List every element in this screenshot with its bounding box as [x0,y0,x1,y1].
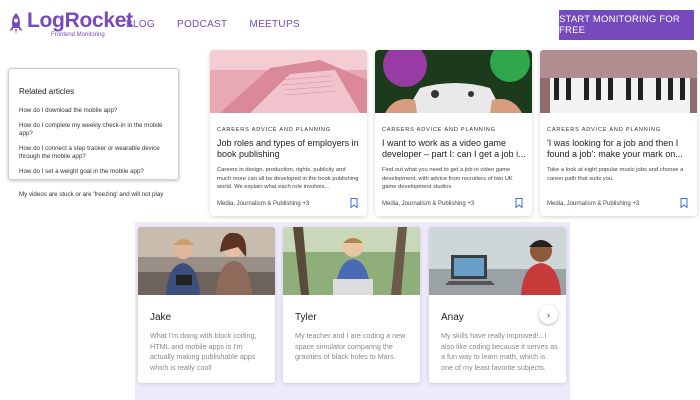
article-title[interactable]: Job roles and types of employers in book… [217,138,361,160]
related-article-link[interactable]: How do I set a weight goal in the mobile… [19,168,175,177]
testimonial-photo [138,227,275,295]
article-description: Careers in design, production, rights, p… [217,167,359,191]
related-article-link[interactable]: How do I connect a step tracker or weara… [19,145,175,162]
article-thumbnail [540,50,697,113]
article-title[interactable]: 'I was looking for a job and then I foun… [547,138,691,160]
testimonial-quote: What I'm doing with block coding, HTML a… [150,331,257,372]
article-description: Find out what you need to get a job in v… [382,167,513,191]
article-card[interactable]: CAREERS ADVICE AND PLANNING Job roles an… [210,50,367,216]
testimonial-card[interactable]: Tyler My teacher and I are coding a new … [283,227,420,383]
testimonial-card[interactable]: Jake What I'm doing with block coding, H… [138,227,275,383]
article-category: CAREERS ADVICE AND PLANNING [382,127,496,133]
bookmark-icon[interactable] [680,198,688,208]
testimonial-photo [429,227,566,295]
article-thumbnail [210,50,367,113]
related-article-link[interactable]: My videos are stuck or are 'freezing' an… [19,191,163,198]
article-card[interactable]: CAREERS ADVICE AND PLANNING I want to wo… [375,50,532,216]
article-tags: Media, Journalism & Publishing +3 [547,201,640,207]
logrocket-logo[interactable]: LogRocket Frontend Monitoring [8,10,133,38]
rocket-icon [9,13,23,34]
article-category: CAREERS ADVICE AND PLANNING [547,127,661,133]
start-monitoring-button[interactable]: START MONITORING FOR FREE [559,10,694,40]
related-articles-title: Related articles [19,87,75,96]
testimonial-quote: My teacher and I are coding a new space … [295,331,406,361]
related-article-link[interactable]: How do I download the mobile app? [19,107,175,116]
article-tags: Media, Journalism & Publishing +3 [217,201,310,207]
article-description: Take a look at eight popular music jobs … [547,167,684,182]
bookmark-icon[interactable] [515,198,523,208]
article-thumbnail [375,50,532,113]
related-articles-list: How do I download the mobile app? How do… [19,107,178,176]
logo-tagline: Frontend Monitoring [51,32,105,38]
main-nav: BLOG PODCAST MEETUPS [126,19,300,30]
site-header: LogRocket Frontend Monitoring BLOG PODCA… [0,0,700,50]
carousel-next-button[interactable]: › [539,305,558,324]
article-title[interactable]: I want to work as a video game developer… [382,138,526,160]
page: LogRocket Frontend Monitoring BLOG PODCA… [0,0,700,400]
article-tags: Media, Journalism & Publishing +3 [382,201,475,207]
nav-meetups[interactable]: MEETUPS [249,19,299,30]
related-article-link[interactable]: How do I complete my weekly check-in in … [19,122,175,139]
testimonial-name: Tyler [295,312,317,323]
nav-blog[interactable]: BLOG [126,19,155,30]
article-category: CAREERS ADVICE AND PLANNING [217,127,331,133]
bookmark-icon[interactable] [350,198,358,208]
testimonial-photo [283,227,420,295]
nav-podcast[interactable]: PODCAST [177,19,227,30]
logo-name: LogRocket [27,9,133,32]
related-articles-panel: Related articles How do I download the m… [8,68,179,180]
testimonial-name: Jake [150,312,172,323]
testimonial-quote: My skills have really improved!...I also… [441,331,558,372]
article-card[interactable]: CAREERS ADVICE AND PLANNING 'I was looki… [540,50,697,216]
